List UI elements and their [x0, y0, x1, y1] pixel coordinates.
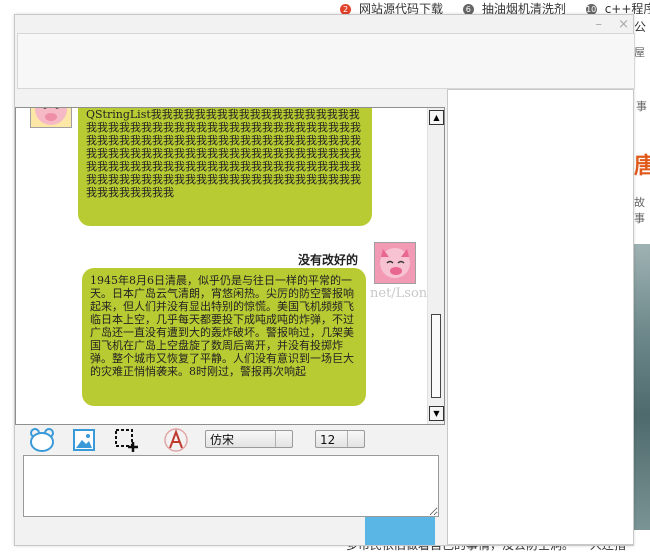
chat-window: – × QStringList我我我我我我我我我我我我我我我我我我我我我我我我我…: [14, 14, 635, 546]
chevron-down-icon: [347, 431, 364, 447]
font-family-select[interactable]: 仿宋: [205, 430, 293, 448]
picture-icon: [73, 429, 95, 451]
background-snippet: 屋: [634, 46, 645, 59]
minimize-button[interactable]: –: [595, 17, 602, 32]
avatar-pig-icon: [31, 108, 71, 127]
font-a-icon: [164, 428, 188, 452]
background-bookmarks: 2 网站源代码下载 6 抽油烟机清洗剂 10 c++程序设计: [340, 0, 650, 14]
input-toolbar: 仿宋 12: [27, 427, 447, 453]
avatar: [30, 108, 72, 128]
emoji-button[interactable]: [29, 427, 55, 453]
bookmark-item[interactable]: 10 c++程序设计: [585, 2, 650, 14]
message-history[interactable]: QStringList我我我我我我我我我我我我我我我我我我我我我我我我我我我我我…: [15, 107, 445, 425]
close-button[interactable]: ×: [618, 17, 629, 32]
image-button[interactable]: [71, 427, 97, 453]
bookmark-item[interactable]: 2 网站源代码下载: [340, 2, 451, 14]
font-size-value: 12: [320, 433, 336, 447]
rank-badge: 10: [585, 4, 597, 14]
message-bubble: QStringList我我我我我我我我我我我我我我我我我我我我我我我我我我我我我…: [78, 108, 372, 226]
avatar: [374, 242, 416, 284]
message-input[interactable]: [23, 455, 439, 517]
background-photo: [634, 244, 650, 530]
bookmark-item[interactable]: 6 抽油烟机清洗剂: [462, 2, 574, 14]
bookmark-label: 网站源代码下载: [359, 2, 444, 14]
vertical-scrollbar[interactable]: ▲ ▼: [427, 108, 444, 424]
background-snippet: 公: [634, 20, 647, 34]
avatar-pig-icon: [375, 243, 415, 283]
background-heading: 唐: [634, 154, 650, 179]
message-bubble: 1945年8月6日清晨，似乎仍是与往日一样的平常的一天。日本广岛云气清朗，宵悠闲…: [82, 268, 366, 406]
rank-badge: 6: [462, 4, 474, 14]
font-style-button[interactable]: [163, 427, 189, 453]
window-controls: – ×: [583, 17, 629, 32]
scroll-up-arrow-icon[interactable]: ▲: [429, 110, 444, 125]
bookmark-label: 抽油烟机清洗剂: [481, 2, 566, 14]
scroll-down-arrow-icon[interactable]: ▼: [429, 406, 444, 421]
scroll-thumb[interactable]: [431, 314, 441, 398]
chevron-down-icon: [275, 431, 292, 447]
bookmark-label: c++程序设计: [604, 2, 650, 14]
screenshot-button[interactable]: [113, 427, 139, 453]
background-snippet: 事: [636, 100, 647, 113]
font-size-select[interactable]: 12: [315, 430, 365, 448]
bear-face-icon: [30, 428, 54, 452]
chat-header-area: [17, 33, 635, 89]
font-family-value: 仿宋: [210, 433, 235, 447]
background-snippet: 故事: [634, 196, 645, 225]
crop-plus-icon: [115, 429, 138, 452]
sender-name: 没有改好的: [297, 253, 358, 267]
side-panel: [447, 89, 634, 545]
send-button[interactable]: [365, 517, 435, 545]
rank-badge: 2: [340, 4, 351, 14]
